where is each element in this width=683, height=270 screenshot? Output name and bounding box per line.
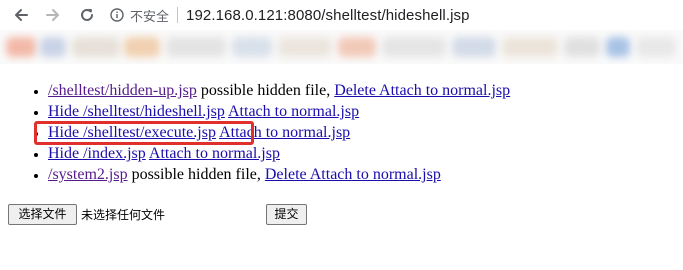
browser-toolbar: 不安全 192.168.0.121:8080/shelltest/hideshe… xyxy=(0,0,683,30)
blurred-bookmark xyxy=(606,37,630,57)
reload-icon xyxy=(81,8,93,21)
blurred-bookmark xyxy=(502,37,558,57)
blurred-bookmark xyxy=(40,37,66,57)
file-list-text: possible hidden file, xyxy=(127,166,265,183)
blurred-bookmark xyxy=(124,37,160,57)
file-list-item: Hide /shelltest/execute.jsp Attach to no… xyxy=(48,122,683,143)
blurred-bookmark xyxy=(382,37,446,57)
blurred-bookmark xyxy=(72,37,120,57)
bookmarks-bar-blurred xyxy=(0,30,683,64)
file-list-item: Hide /shelltest/hideshell.jsp Attach to … xyxy=(48,101,683,122)
delete-attach-link[interactable]: Delete Attach to normal.jsp xyxy=(334,82,510,99)
hide-link-index[interactable]: Hide /index.jsp xyxy=(48,145,146,162)
submit-button[interactable]: 提交 xyxy=(266,204,307,225)
blurred-bookmark xyxy=(166,37,226,57)
file-link-system2[interactable]: /system2.jsp xyxy=(48,166,128,183)
blurred-bookmark xyxy=(636,37,676,57)
file-list-item: Hide /index.jsp Attach to normal.jsp xyxy=(48,143,683,164)
delete-attach-link[interactable]: Delete Attach to normal.jsp xyxy=(265,166,441,183)
forward-button[interactable] xyxy=(42,4,64,26)
blurred-bookmark xyxy=(338,37,376,57)
page-content: /shelltest/hidden-up.jsp possible hidden… xyxy=(0,64,683,270)
file-list-text: possible hidden file, xyxy=(196,82,335,99)
file-list-item: /shelltest/hidden-up.jsp possible hidden… xyxy=(48,80,683,101)
file-link-hidden-up[interactable]: /shelltest/hidden-up.jsp xyxy=(48,82,197,99)
address-bar[interactable]: 不安全 192.168.0.121:8080/shelltest/hideshe… xyxy=(110,3,470,27)
file-list: /shelltest/hidden-up.jsp possible hidden… xyxy=(0,80,683,185)
forward-arrow-icon xyxy=(46,9,59,21)
hide-link-hideshell[interactable]: Hide /shelltest/hideshell.jsp xyxy=(48,103,225,120)
security-label[interactable]: 不安全 xyxy=(130,6,169,25)
blurred-bookmark xyxy=(232,37,272,57)
hide-link-execute[interactable]: Hide /shelltest/execute.jsp xyxy=(48,124,216,141)
upload-form: 选择文件 未选择任何文件 提交 xyxy=(8,204,678,228)
choose-file-button[interactable]: 选择文件 xyxy=(8,204,77,225)
reload-button[interactable] xyxy=(76,4,98,26)
blurred-bookmark xyxy=(452,37,496,57)
blurred-bookmark xyxy=(278,37,332,57)
info-icon[interactable] xyxy=(110,8,124,22)
divider xyxy=(177,7,179,23)
attach-link[interactable]: Attach to normal.jsp xyxy=(228,103,359,120)
attach-link[interactable]: Attach to normal.jsp xyxy=(149,145,280,162)
attach-link[interactable]: Attach to normal.jsp xyxy=(219,124,350,141)
url-text[interactable]: 192.168.0.121:8080/shelltest/hideshell.j… xyxy=(186,7,470,24)
blurred-bookmark xyxy=(564,37,600,57)
no-file-chosen-label: 未选择任何文件 xyxy=(81,208,166,222)
back-arrow-icon xyxy=(15,9,28,21)
back-button[interactable] xyxy=(10,4,32,26)
blurred-bookmark xyxy=(6,37,36,57)
file-list-item: /system2.jsp possible hidden file, Delet… xyxy=(48,164,683,185)
